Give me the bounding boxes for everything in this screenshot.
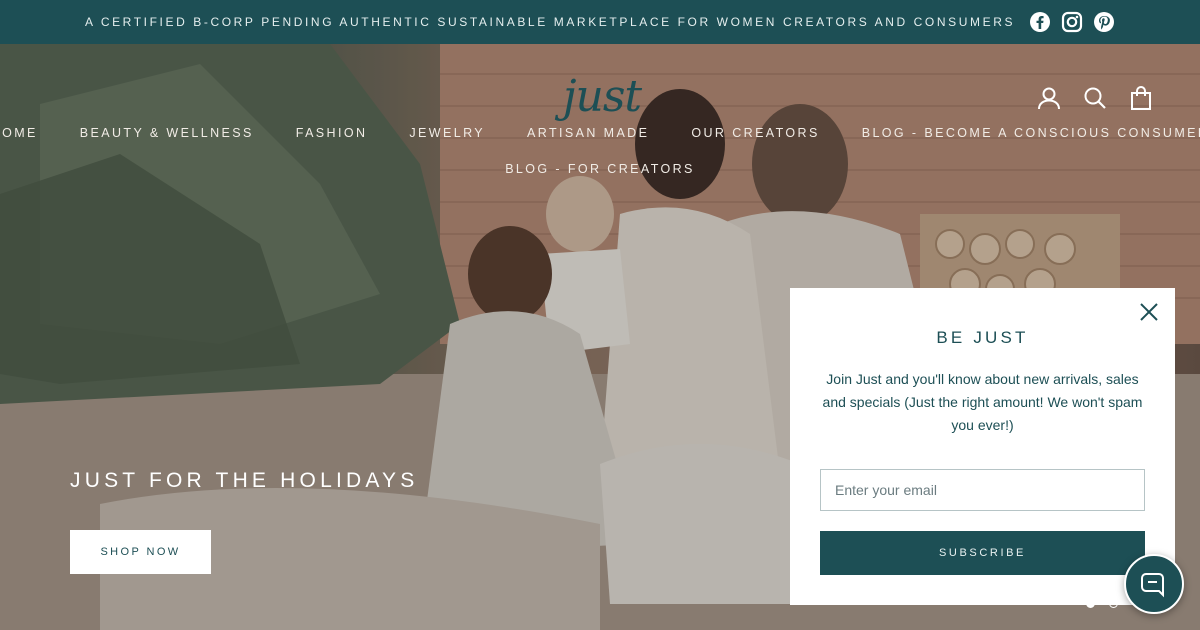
nav-item-beauty-wellness[interactable]: BEAUTY & WELLNESS bbox=[80, 126, 254, 140]
instagram-icon[interactable] bbox=[1061, 11, 1083, 33]
site-logo[interactable]: just bbox=[560, 72, 644, 122]
close-icon[interactable] bbox=[1139, 302, 1159, 322]
main-nav: HOME BEAUTY & WELLNESS FASHION JEWELRY A… bbox=[0, 126, 1200, 176]
nav-item-home[interactable]: HOME bbox=[0, 126, 38, 140]
popup-title: BE JUST bbox=[936, 328, 1029, 347]
search-icon[interactable] bbox=[1082, 85, 1108, 111]
newsletter-popup: BE JUST Join Just and you'll know about … bbox=[790, 288, 1175, 605]
announcement-text: A CERTIFIED B-CORP PENDING AUTHENTIC SUS… bbox=[84, 15, 1016, 29]
chat-button[interactable] bbox=[1124, 554, 1184, 614]
subscribe-button[interactable]: SUBSCRIBE bbox=[820, 531, 1145, 575]
pinterest-icon[interactable] bbox=[1093, 11, 1115, 33]
nav-item-fashion[interactable]: FASHION bbox=[296, 126, 368, 140]
hero-title: JUST FOR THE HOLIDAYS bbox=[70, 469, 419, 492]
shop-now-button[interactable]: SHOP NOW bbox=[70, 530, 211, 574]
nav-row-primary: HOME BEAUTY & WELLNESS FASHION JEWELRY A… bbox=[0, 126, 1200, 140]
email-field[interactable] bbox=[820, 469, 1145, 511]
social-links bbox=[1029, 11, 1115, 33]
nav-item-blog-for-creators[interactable]: BLOG - FOR CREATORS bbox=[505, 162, 695, 176]
cart-icon[interactable] bbox=[1128, 85, 1154, 111]
nav-row-secondary: BLOG - FOR CREATORS bbox=[0, 162, 1200, 176]
nav-item-jewelry[interactable]: JEWELRY bbox=[409, 126, 485, 140]
facebook-icon[interactable] bbox=[1029, 11, 1051, 33]
announcement-bar: A CERTIFIED B-CORP PENDING AUTHENTIC SUS… bbox=[0, 0, 1200, 44]
account-icon[interactable] bbox=[1036, 85, 1062, 111]
popup-description: Join Just and you'll know about new arri… bbox=[822, 371, 1143, 433]
chat-icon bbox=[1141, 573, 1164, 598]
nav-item-our-creators[interactable]: OUR CREATORS bbox=[691, 126, 819, 140]
nav-item-artisan-made[interactable]: ARTISAN MADE bbox=[527, 126, 649, 140]
nav-item-blog-conscious-consumer[interactable]: BLOG - BECOME A CONSCIOUS CONSUMER bbox=[862, 126, 1200, 140]
header-icons bbox=[1036, 85, 1154, 111]
